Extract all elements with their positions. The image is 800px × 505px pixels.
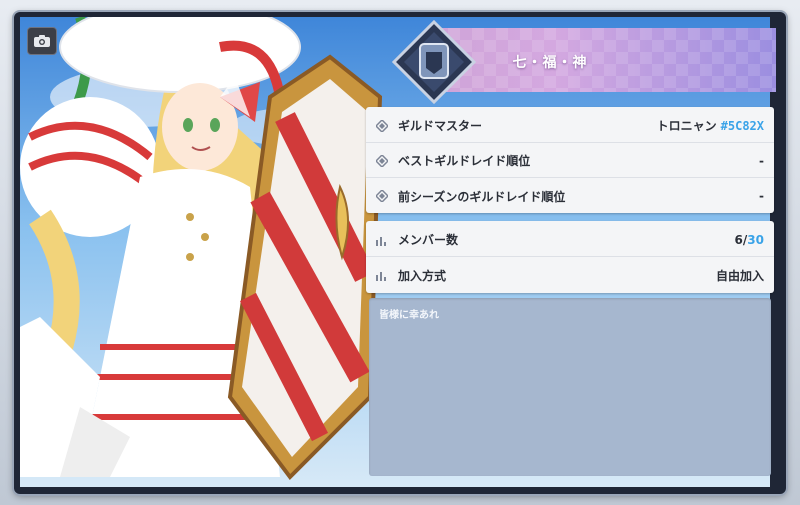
last-season-rank-value: - (759, 189, 764, 203)
member-count-label: メンバー数 (398, 233, 459, 247)
guild-master-row: ギルドマスター トロニャン #5C82X (366, 109, 774, 143)
camera-icon (33, 34, 51, 48)
guild-name: 七・福・神 (512, 55, 588, 71)
member-current: 6 (734, 232, 743, 247)
best-raid-rank-row: ベストギルドレイド順位 - (366, 144, 774, 178)
diamond-icon (374, 188, 390, 204)
join-method-value: 自由加入 (715, 268, 764, 283)
last-season-rank-row: 前シーズンのギルドレイド順位 - (366, 179, 774, 213)
member-max: 30 (747, 232, 764, 247)
bar-chart-icon (374, 267, 390, 283)
guild-master-id: #5C82X (720, 119, 764, 133)
guild-master-value: トロニャン #5C82X (657, 117, 764, 134)
camera-button[interactable] (27, 27, 57, 55)
diamond-icon (374, 118, 390, 134)
member-count-row: メンバー数 6/30 (366, 223, 774, 257)
guild-description-text: 皆様に幸あれ (379, 310, 439, 321)
last-season-rank-label: 前シーズンのギルドレイド順位 (398, 189, 566, 204)
member-count-value: 6/30 (735, 233, 764, 247)
guild-info-panel: ギルドマスター トロニャン #5C82X ベストギルドレイド順位 - 前シーズンの… (366, 107, 774, 213)
guild-master-label: ギルドマスター (398, 119, 483, 133)
diamond-icon (374, 153, 390, 169)
best-raid-rank-value: - (759, 153, 764, 168)
best-raid-rank-label: ベストギルドレイド順位 (398, 154, 531, 168)
guild-master-name: トロニャン (656, 119, 717, 133)
guild-status-panel: メンバー数 6/30 加入方式 自由加入 (366, 221, 774, 293)
join-method-row: 加入方式 自由加入 (366, 258, 774, 292)
guild-description-box: 皆様に幸あれ (369, 298, 771, 476)
shield-emblem-icon (391, 19, 477, 105)
bar-chart-icon (374, 232, 390, 248)
join-method-label: 加入方式 (398, 268, 447, 283)
